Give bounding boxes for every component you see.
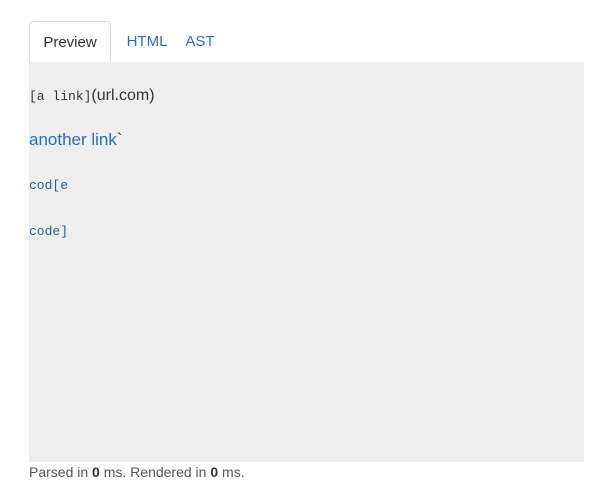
inline-code: [a link] xyxy=(29,89,92,104)
tab-html-label: HTML xyxy=(126,33,168,50)
tab-preview[interactable]: Preview xyxy=(29,21,111,62)
parsed-suffix: ms. Rendered in xyxy=(99,464,211,480)
another-link[interactable]: another link xyxy=(29,130,117,149)
preview-line-1: [a link](url.com) xyxy=(29,87,155,105)
preview-code-line-1: cod[e xyxy=(29,178,69,193)
backtick-text: ` xyxy=(116,130,123,149)
markdown-demo-app: Preview HTML AST [a link](url.com) anoth… xyxy=(0,0,605,496)
tab-bar: Preview HTML AST xyxy=(29,21,584,62)
preview-line-2: another link` xyxy=(29,130,123,150)
tab-ast-label: AST xyxy=(185,33,215,50)
status-footer: Parsed in 0 ms. Rendered in 0 ms. xyxy=(29,464,245,480)
tab-preview-label: Preview xyxy=(43,33,97,51)
preview-pane: [a link](url.com) another link` cod[e co… xyxy=(29,62,584,462)
tab-ast[interactable]: AST xyxy=(171,21,229,62)
rendered-time: 0 xyxy=(210,464,219,480)
plain-text: (url.com) xyxy=(91,87,155,104)
parsed-time: 0 xyxy=(92,464,100,480)
rendered-suffix: ms. xyxy=(218,464,245,480)
parsed-prefix: Parsed in xyxy=(29,464,93,480)
preview-code-line-2: code] xyxy=(29,224,69,239)
